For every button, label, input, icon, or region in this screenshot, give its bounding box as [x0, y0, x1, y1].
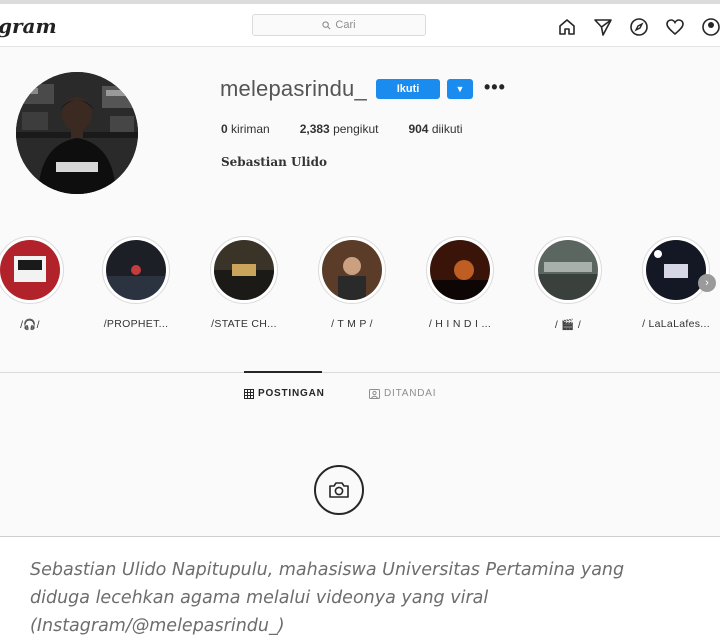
explore-icon[interactable]	[628, 16, 650, 38]
highlight-cover	[0, 240, 60, 300]
more-icon: •••	[484, 77, 506, 97]
stat-following-label: diikuti	[431, 122, 463, 136]
profile-stats: 0 kiriman 2,383 pengikut 904 diikuti	[221, 122, 493, 136]
direct-icon[interactable]	[592, 16, 614, 38]
profile-icon[interactable]	[700, 16, 720, 38]
screenshot-frame: gram Cari melepasrindu_ Ikuti ▼ ••• 0 ki…	[0, 0, 720, 536]
suggested-dropdown-button[interactable]: ▼	[447, 79, 473, 99]
tagged-icon	[369, 388, 380, 399]
highlight-label: /PROPHET...	[103, 318, 169, 330]
caption-line: (Instagram/@melepasrindu_)	[30, 616, 285, 636]
follow-button[interactable]: Ikuti	[376, 79, 440, 99]
highlight-item[interactable]: / T M P /	[316, 236, 388, 330]
tab-tagged[interactable]: DITANDAI	[369, 388, 436, 399]
caption-line: diduga lecehkan agama melalui videonya y…	[30, 588, 489, 608]
activity-icon[interactable]	[664, 16, 686, 38]
stat-followers[interactable]: 2,383 pengikut	[300, 122, 379, 136]
search-input[interactable]: Cari	[252, 14, 426, 36]
tab-tagged-label: DITANDAI	[384, 388, 437, 399]
highlight-label: / LaLaLafes...	[642, 318, 710, 330]
highlight-item[interactable]: / 🎬 /	[532, 236, 604, 331]
highlight-cover	[646, 240, 706, 300]
chevron-right-icon: ›	[705, 277, 709, 289]
photo-caption: Sebastian Ulido Napitupulu, mahasiswa Un…	[30, 556, 710, 640]
screenshot-bottom-border	[0, 536, 720, 537]
stat-posts-value: 0	[221, 122, 228, 136]
tab-posts-label: POSTINGAN	[258, 388, 325, 399]
top-navbar: gram Cari	[0, 4, 720, 47]
grid-icon	[244, 388, 254, 399]
highlight-label: /STATE CH...	[211, 318, 277, 330]
stat-following[interactable]: 904 diikuti	[408, 122, 462, 136]
highlight-label: / T M P /	[331, 318, 373, 330]
tab-posts[interactable]: POSTINGAN	[244, 388, 325, 399]
highlight-cover	[214, 240, 274, 300]
more-options-button[interactable]: •••	[484, 77, 506, 97]
highlight-label: / H I N D I ...	[428, 318, 492, 330]
highlight-label: /🎧/	[20, 319, 40, 331]
profile-username: melepasrindu_	[220, 76, 367, 101]
stat-following-value: 904	[408, 122, 429, 136]
highlight-label: / 🎬 /	[554, 319, 582, 331]
stat-posts: 0 kiriman	[221, 122, 270, 136]
stat-posts-label: kiriman	[231, 122, 270, 136]
active-tab-indicator	[244, 371, 322, 373]
tabs-divider	[0, 372, 720, 373]
chevron-down-icon: ▼	[455, 84, 465, 94]
story-highlights: /🎧/ /PROPHET... /STATE CH... / T M P / /…	[0, 236, 720, 336]
highlights-next-button[interactable]: ›	[698, 274, 716, 292]
stat-followers-value: 2,383	[299, 122, 330, 136]
highlight-item[interactable]: /STATE CH...	[208, 236, 280, 330]
highlight-cover	[538, 240, 598, 300]
home-icon[interactable]	[556, 16, 578, 38]
highlight-cover	[322, 240, 382, 300]
profile-full-name: Sebastian Ulido	[221, 155, 327, 169]
highlight-cover	[106, 240, 166, 300]
highlight-cover	[430, 240, 490, 300]
camera-icon	[314, 465, 364, 515]
profile-avatar[interactable]	[16, 72, 138, 194]
highlight-item[interactable]: /🎧/	[0, 236, 66, 331]
stat-followers-label: pengikut	[333, 122, 379, 136]
caption-line: Sebastian Ulido Napitupulu, mahasiswa Un…	[30, 560, 625, 580]
search-placeholder: Cari	[335, 19, 356, 31]
highlight-item[interactable]: / H I N D I ...	[424, 236, 496, 330]
search-icon	[322, 20, 331, 29]
highlight-item[interactable]: /PROPHET...	[100, 236, 172, 330]
instagram-logo[interactable]: gram	[0, 14, 57, 38]
